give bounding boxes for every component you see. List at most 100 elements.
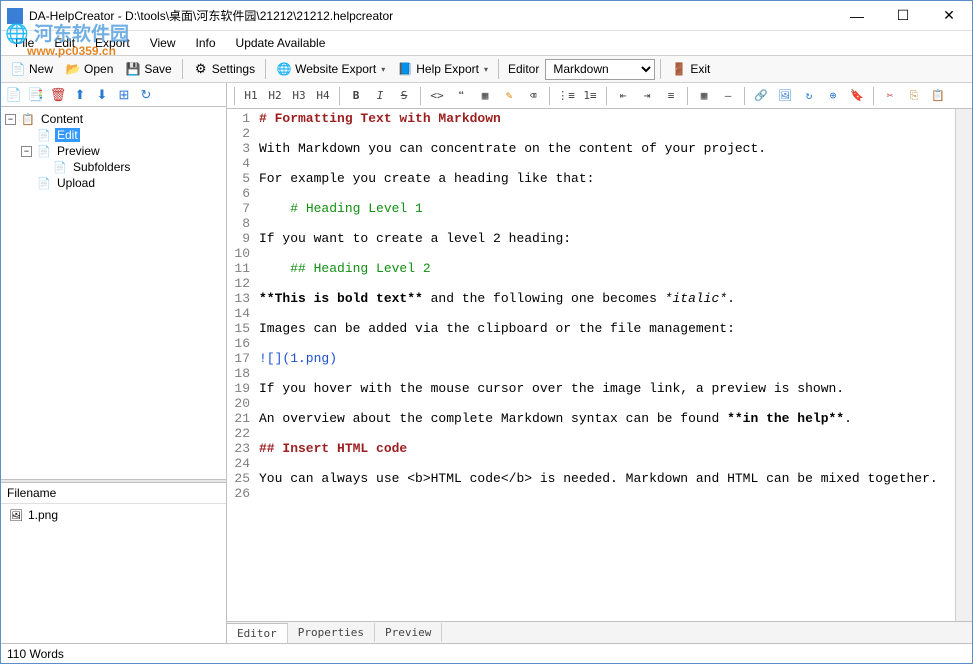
editor-toolbar: H1 H2 H3 H4 B I S <> ❝ ▦ ✎ ⌫ ⋮≡ 1≡ ⇤ ⇥ ≡… (227, 83, 972, 109)
file-panel: Filename 1.png (1, 483, 226, 643)
delete-page-icon[interactable]: 🗑 (49, 86, 67, 104)
h3-button[interactable]: H3 (288, 86, 310, 106)
copy-page-icon[interactable]: 📑 (27, 86, 45, 104)
separator (660, 59, 661, 79)
menu-update-available[interactable]: Update Available (226, 33, 336, 53)
move-up-icon[interactable]: ⬆ (71, 86, 89, 104)
bold-button[interactable]: B (345, 86, 367, 106)
menu-edit[interactable]: Edit (44, 33, 85, 53)
move-down-icon[interactable]: ⬇ (93, 86, 111, 104)
tree-label: Edit (55, 128, 80, 142)
website-export-button[interactable]: Website Export▾ (271, 59, 390, 79)
save-button[interactable]: Save (120, 59, 176, 79)
editor-label: Editor (504, 62, 543, 76)
ul-button[interactable]: ⋮≡ (555, 86, 577, 106)
help-export-button[interactable]: Help Export▾ (392, 59, 493, 79)
collapse-icon[interactable]: − (5, 114, 16, 125)
menu-view[interactable]: View (140, 33, 186, 53)
filename-header: Filename (1, 483, 226, 504)
editor-mode-combo[interactable]: Markdown (545, 59, 655, 80)
code-button[interactable]: <> (426, 86, 448, 106)
tree-item-upload[interactable]: Upload (21, 175, 222, 191)
minimize-button[interactable]: — (834, 1, 880, 31)
tree-item-edit[interactable]: Edit (21, 127, 222, 143)
open-button[interactable]: Open (60, 59, 118, 79)
file-name: 1.png (28, 508, 58, 522)
gear-icon (193, 61, 209, 77)
ol-button[interactable]: 1≡ (579, 86, 601, 106)
code-editor[interactable]: 1234567891011121314151617181920212223242… (227, 109, 972, 621)
align-button[interactable]: ≡ (660, 86, 682, 106)
cut-button[interactable]: ✂ (879, 86, 901, 106)
page-icon (37, 128, 51, 142)
collapse-icon[interactable]: − (21, 146, 32, 157)
folder-icon (21, 112, 35, 126)
word-count: 110 Words (7, 647, 64, 661)
h4-button[interactable]: H4 (312, 86, 334, 106)
tab-preview[interactable]: Preview (375, 623, 442, 642)
open-icon (65, 61, 81, 77)
h2-button[interactable]: H2 (264, 86, 286, 106)
refresh-button[interactable]: ↻ (798, 86, 820, 106)
table-button[interactable]: ▦ (693, 86, 715, 106)
file-item[interactable]: 1.png (9, 507, 218, 523)
exit-icon (671, 61, 687, 77)
strike-button[interactable]: S (393, 86, 415, 106)
tree-item-subfolders[interactable]: Subfolders (37, 159, 222, 175)
new-button[interactable]: New (5, 59, 58, 79)
tab-editor[interactable]: Editor (227, 623, 288, 643)
image-icon (9, 508, 23, 522)
page-icon (37, 176, 51, 190)
expand-icon[interactable]: ⊞ (115, 86, 133, 104)
separator (182, 59, 183, 79)
main-split: 📄 📑 🗑 ⬆ ⬇ ⊞ ↻ − Content Edit − (1, 83, 972, 643)
insert-file-button[interactable]: ⊕ (822, 86, 844, 106)
help-icon (397, 61, 413, 77)
new-page-icon[interactable]: 📄 (5, 86, 23, 104)
code-content[interactable]: # Formatting Text with MarkdownWith Mark… (255, 109, 955, 621)
tree-root-content[interactable]: − Content (5, 111, 222, 127)
close-button[interactable]: ✕ (926, 1, 972, 31)
separator (265, 59, 266, 79)
exit-button[interactable]: Exit (666, 59, 715, 79)
save-icon (125, 61, 141, 77)
highlight-button[interactable]: ✎ (498, 86, 520, 106)
maximize-button[interactable]: ☐ (880, 1, 926, 31)
refresh-icon[interactable]: ↻ (137, 86, 155, 104)
copy-button[interactable]: ⎘ (903, 86, 925, 106)
left-toolbar: 📄 📑 🗑 ⬆ ⬇ ⊞ ↻ (1, 83, 226, 107)
menu-export[interactable]: Export (85, 33, 140, 53)
editor-panel: H1 H2 H3 H4 B I S <> ❝ ▦ ✎ ⌫ ⋮≡ 1≡ ⇤ ⇥ ≡… (227, 83, 972, 643)
file-list[interactable]: 1.png (1, 504, 226, 643)
separator (498, 59, 499, 79)
paste-button[interactable]: 📋 (927, 86, 949, 106)
line-gutter: 1234567891011121314151617181920212223242… (227, 109, 255, 621)
hr-button[interactable]: — (717, 86, 739, 106)
globe-icon (276, 61, 292, 77)
settings-button[interactable]: Settings (188, 59, 260, 79)
tree-label: Subfolders (71, 160, 132, 174)
link-button[interactable]: 🔗 (750, 86, 772, 106)
bookmark-button[interactable]: 🔖 (846, 86, 868, 106)
tree-item-preview[interactable]: − Preview (21, 143, 222, 159)
tab-properties[interactable]: Properties (288, 623, 375, 642)
menu-file[interactable]: File (5, 33, 44, 53)
codeblock-button[interactable]: ▦ (474, 86, 496, 106)
statusbar: 110 Words (1, 643, 972, 663)
main-toolbar: New Open Save Settings Website Export▾ H… (1, 55, 972, 83)
indent-button[interactable]: ⇥ (636, 86, 658, 106)
outdent-button[interactable]: ⇤ (612, 86, 634, 106)
new-icon (10, 61, 26, 77)
vertical-scrollbar[interactable] (955, 109, 972, 621)
quote-button[interactable]: ❝ (450, 86, 472, 106)
clear-format-button[interactable]: ⌫ (522, 86, 544, 106)
menubar: File Edit Export View Info Update Availa… (1, 31, 972, 55)
h1-button[interactable]: H1 (240, 86, 262, 106)
chevron-down-icon: ▾ (381, 65, 385, 74)
left-panel: 📄 📑 🗑 ⬆ ⬇ ⊞ ↻ − Content Edit − (1, 83, 227, 643)
image-button[interactable]: 🖼 (774, 86, 796, 106)
italic-button[interactable]: I (369, 86, 391, 106)
menu-info[interactable]: Info (186, 33, 226, 53)
page-icon (53, 160, 67, 174)
content-tree[interactable]: − Content Edit − Preview (1, 107, 226, 479)
